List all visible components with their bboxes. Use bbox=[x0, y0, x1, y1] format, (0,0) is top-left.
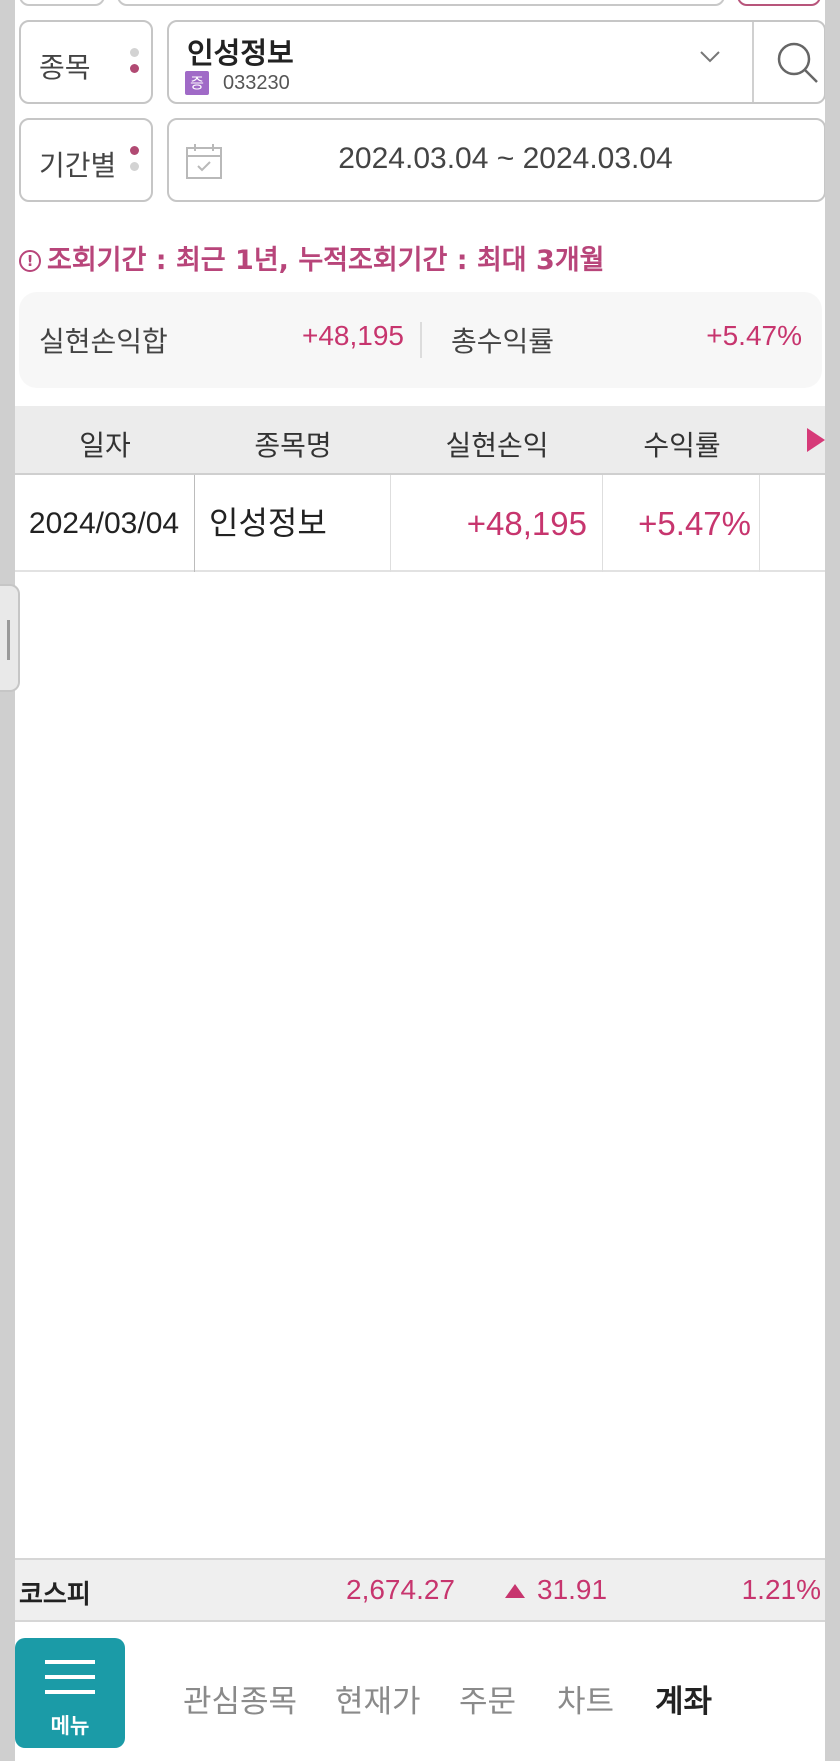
period-filter-label[interactable]: 기간별 bbox=[19, 118, 153, 202]
stock-label: 종목 bbox=[39, 51, 91, 84]
cell-stock-name: 인성정보 bbox=[209, 504, 327, 542]
toggle-dots-icon bbox=[130, 48, 140, 80]
index-change-pct: 1.21% bbox=[741, 1574, 821, 1605]
total-return-label: 총수익률 bbox=[451, 325, 555, 358]
menu-label: 메뉴 bbox=[50, 1714, 90, 1738]
realized-pnl-total-label: 실현손익합 bbox=[39, 325, 168, 358]
stock-selector[interactable]: 인성정보 증 033230 bbox=[167, 20, 825, 104]
up-triangle-icon bbox=[505, 1584, 525, 1598]
divider bbox=[420, 322, 422, 358]
date-range-picker[interactable]: 2024.03.04 ~ 2024.03.04 bbox=[167, 118, 825, 202]
info-icon: ! bbox=[19, 250, 41, 272]
divider bbox=[194, 475, 195, 572]
market-badge: 증 bbox=[185, 71, 209, 95]
chevron-down-icon[interactable] bbox=[699, 50, 721, 64]
stock-code: 033230 bbox=[223, 72, 290, 94]
market-ticker[interactable]: 코스피 2,674.27 31.91 1.21% bbox=[15, 1558, 825, 1622]
account-pnl-screen: 종목 인성정보 증 033230 기간별 2024.03.04 ~ 2024.0… bbox=[15, 0, 825, 1761]
table-header: 일자 종목명 실현손익 수익률 bbox=[15, 406, 825, 475]
total-return-value: +5.47% bbox=[706, 320, 802, 351]
toggle-dots-icon bbox=[130, 146, 140, 178]
column-header-date[interactable]: 일자 bbox=[15, 424, 195, 464]
date-range-text: 2024.03.04 ~ 2024.03.04 bbox=[338, 142, 673, 175]
query-period-notice: ! 조회기간 : 최근 1년, 누적조회기간 : 최대 3개월 bbox=[19, 238, 605, 277]
stock-filter-label[interactable]: 종목 bbox=[19, 20, 153, 104]
column-header-stock[interactable]: 종목명 bbox=[195, 424, 391, 464]
divider bbox=[759, 475, 760, 572]
scroll-right-icon[interactable] bbox=[807, 428, 825, 452]
top-tab-stub[interactable] bbox=[117, 0, 725, 6]
nav-order[interactable]: 주문 bbox=[459, 1676, 516, 1721]
cell-date: 2024/03/04 bbox=[28, 507, 180, 540]
nav-chart[interactable]: 차트 bbox=[557, 1676, 614, 1721]
summary-panel: 실현손익합 +48,195 총수익률 +5.47% bbox=[19, 292, 822, 388]
top-tab-stub[interactable] bbox=[19, 0, 105, 6]
divider bbox=[752, 22, 754, 102]
nav-current-price[interactable]: 현재가 bbox=[335, 1676, 421, 1721]
realized-pnl-total-value: +48,195 bbox=[302, 320, 404, 351]
notice-text: 조회기간 : 최근 1년, 누적조회기간 : 최대 3개월 bbox=[47, 245, 605, 276]
top-tab-stub[interactable] bbox=[737, 0, 821, 6]
cell-realized-pnl: +48,195 bbox=[466, 505, 587, 542]
hamburger-icon bbox=[45, 1660, 95, 1705]
menu-button[interactable]: 메뉴 bbox=[15, 1638, 125, 1748]
cell-return: +5.47% bbox=[638, 505, 751, 542]
search-icon[interactable] bbox=[773, 38, 823, 88]
table-row[interactable]: 2024/03/04 인성정보 +48,195 +5.47% bbox=[15, 475, 825, 572]
column-header-return[interactable]: 수익률 bbox=[603, 424, 761, 464]
side-drawer-handle[interactable] bbox=[0, 584, 20, 692]
index-change: 31.91 bbox=[537, 1574, 608, 1605]
column-header-realized-pnl[interactable]: 실현손익 bbox=[391, 424, 603, 464]
period-label: 기간별 bbox=[39, 149, 117, 182]
index-name: 코스피 bbox=[19, 1580, 91, 1610]
stock-name: 인성정보 bbox=[187, 36, 294, 70]
bottom-navigation: 메뉴 관심종목 현재가 주문 차트 계좌 bbox=[15, 1622, 825, 1761]
index-price: 2,674.27 bbox=[346, 1574, 455, 1605]
nav-watchlist[interactable]: 관심종목 bbox=[183, 1676, 297, 1721]
nav-account[interactable]: 계좌 bbox=[655, 1676, 712, 1721]
